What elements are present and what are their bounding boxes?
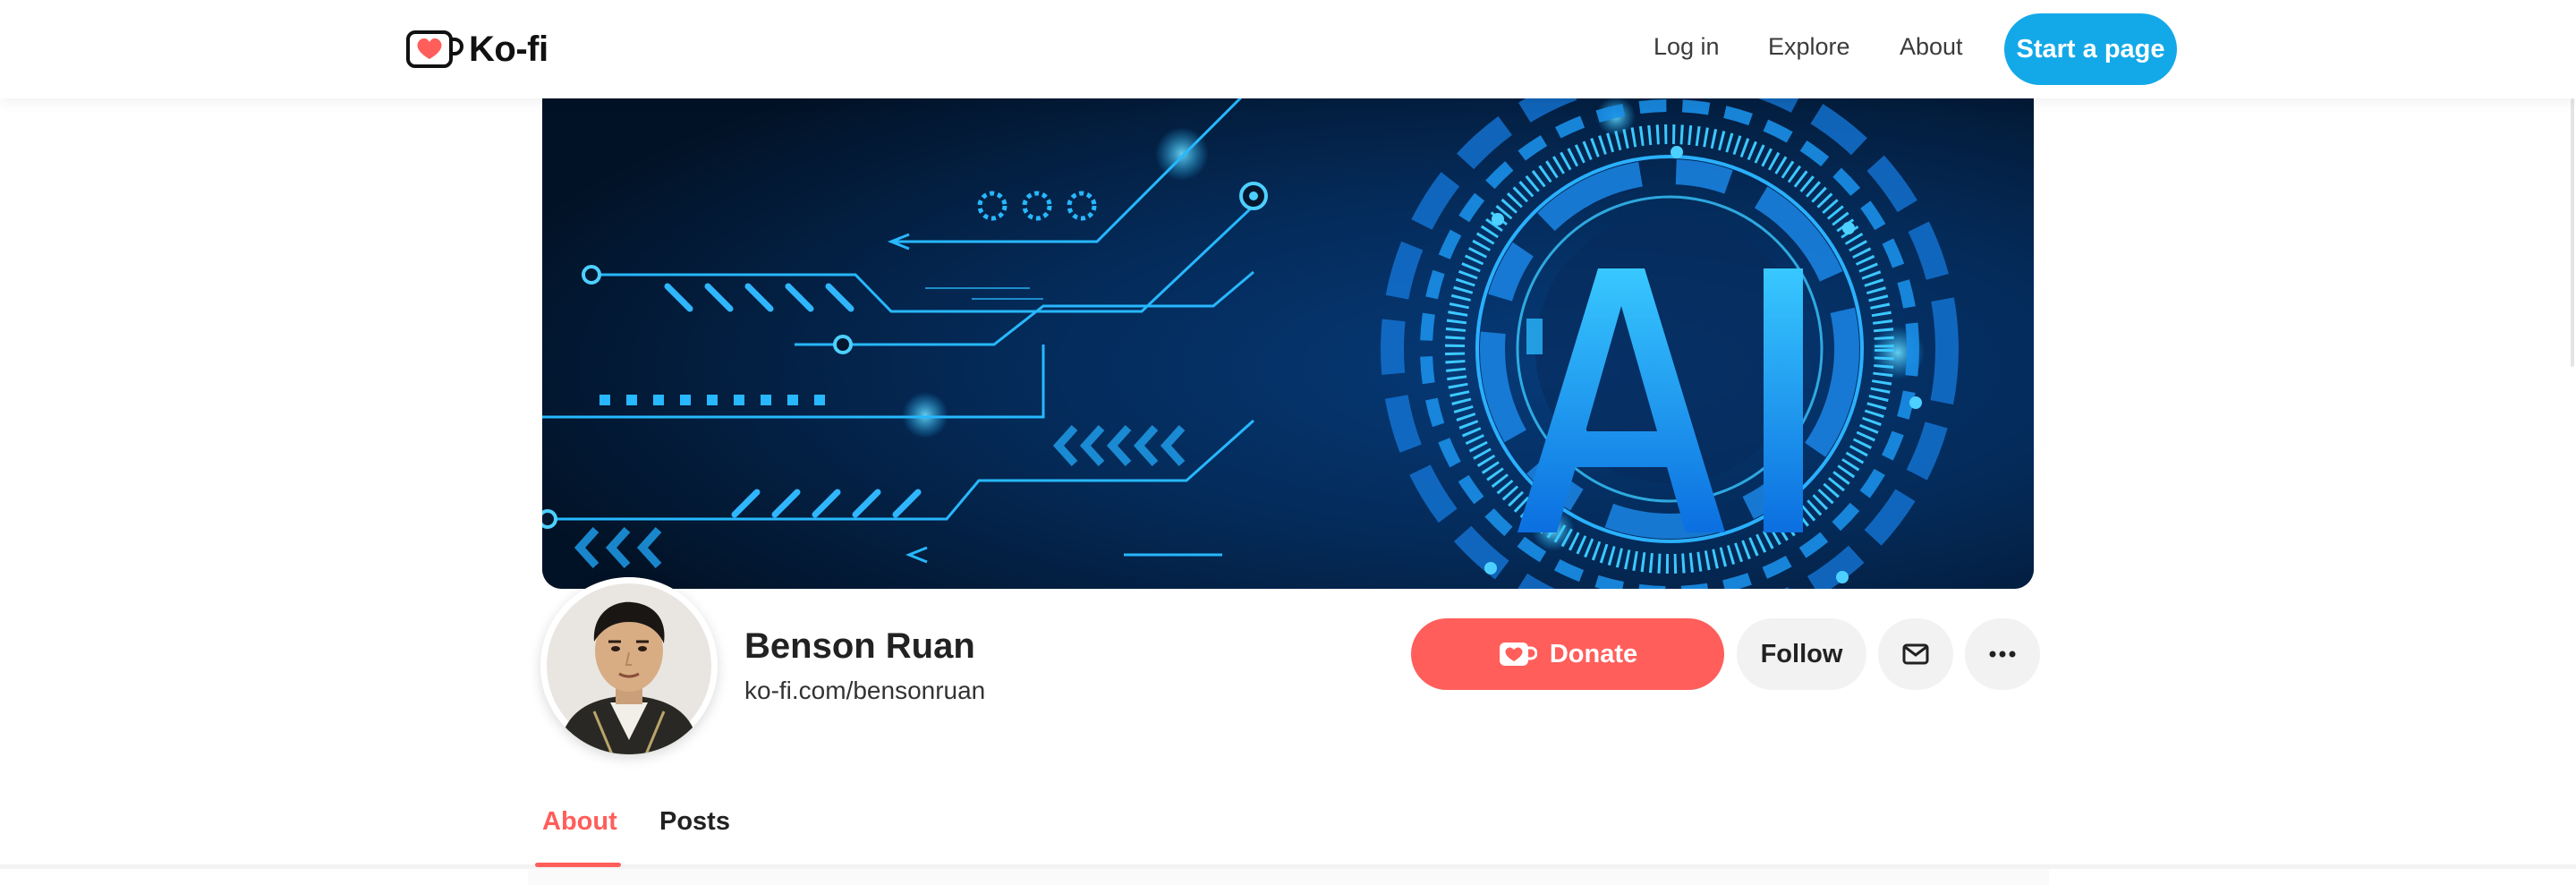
more-options-button[interactable] <box>1965 618 2040 690</box>
brand-name: Ko-fi <box>469 29 548 69</box>
message-button[interactable] <box>1878 618 1953 690</box>
kofi-cup-icon <box>406 30 463 68</box>
profile-avatar[interactable] <box>540 577 718 754</box>
active-tab-indicator <box>535 863 621 867</box>
tab-posts[interactable]: Posts <box>659 807 730 837</box>
login-link[interactable]: Log in <box>1654 33 1720 61</box>
top-navbar: Ko-fi Log in Explore About Start a page <box>0 0 2576 98</box>
donate-label: Donate <box>1549 639 1638 668</box>
profile-name: Benson Ruan <box>744 626 975 666</box>
avatar-photo <box>540 577 718 754</box>
cover-banner <box>542 98 2034 589</box>
profile-url[interactable]: ko-fi.com/bensonruan <box>744 677 985 705</box>
kofi-logo[interactable]: Ko-fi <box>404 23 548 75</box>
follow-button[interactable]: Follow <box>1737 618 1866 690</box>
explore-link[interactable]: Explore <box>1768 33 1850 61</box>
content-area <box>528 869 2049 885</box>
start-a-page-button[interactable]: Start a page <box>2004 13 2177 85</box>
tab-about[interactable]: About <box>542 807 617 837</box>
kofi-cup-icon <box>1499 642 1537 666</box>
about-link[interactable]: About <box>1900 33 1963 61</box>
ellipsis-icon <box>1989 651 2016 658</box>
ai-circuit-banner-image <box>542 98 2034 589</box>
scrollbar[interactable] <box>2571 98 2574 367</box>
donate-button[interactable]: Donate <box>1411 618 1724 690</box>
envelope-icon <box>1902 643 1929 665</box>
